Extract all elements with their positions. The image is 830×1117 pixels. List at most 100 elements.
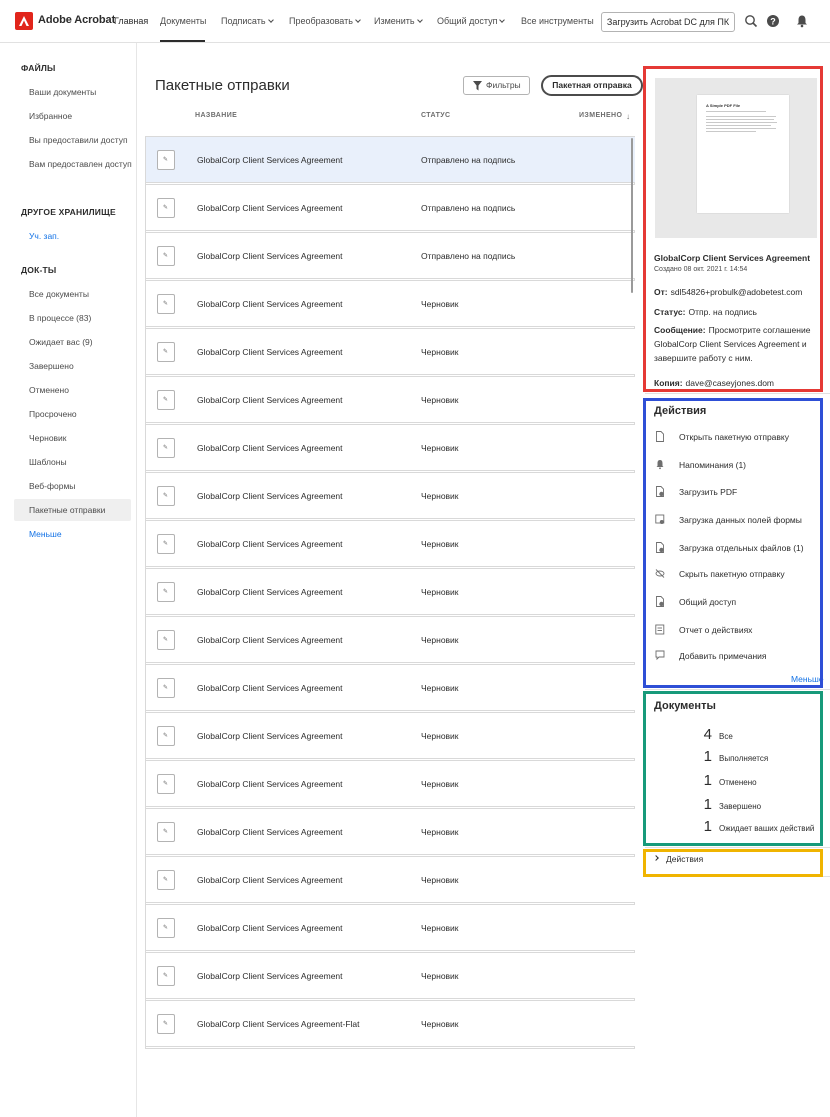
row-name: GlobalCorp Client Services Agreement-Fla… xyxy=(197,1019,360,1029)
table-scrollbar[interactable] xyxy=(631,138,633,293)
nav-edit[interactable]: Изменить xyxy=(374,16,423,26)
signature-mark-icon: ✎ xyxy=(163,877,169,883)
row-name: GlobalCorp Client Services Agreement xyxy=(197,923,343,933)
document-file-icon: ✎ xyxy=(157,534,175,554)
document-file-icon: ✎ xyxy=(157,774,175,794)
signature-mark-icon: ✎ xyxy=(163,1021,169,1027)
row-name: GlobalCorp Client Services Agreement xyxy=(197,443,343,453)
nav-convert[interactable]: Преобразовать xyxy=(289,16,361,26)
nav-all-tools[interactable]: Все инструменты xyxy=(521,16,594,26)
sidebar-item-all-documents[interactable]: Все документы xyxy=(29,287,134,301)
column-header-name[interactable]: НАЗВАНИЕ xyxy=(195,112,237,119)
row-name: GlobalCorp Client Services Agreement xyxy=(197,683,343,693)
bulk-send-table: ✎ GlobalCorp Client Services Agreement Отп… xyxy=(145,136,635,1049)
table-row[interactable]: ✎ GlobalCorp Client Services Agreement Чер… xyxy=(146,280,635,327)
table-row[interactable]: ✎ GlobalCorp Client Services Agreement Чер… xyxy=(146,952,635,999)
sidebar-item-web-forms[interactable]: Веб-формы xyxy=(29,479,134,493)
signature-mark-icon: ✎ xyxy=(163,397,169,403)
row-status: Черновик xyxy=(421,971,459,981)
table-row[interactable]: ✎ GlobalCorp Client Services Agreement Чер… xyxy=(146,856,635,903)
row-name: GlobalCorp Client Services Agreement xyxy=(197,539,343,549)
nav-sign[interactable]: Подписать xyxy=(221,16,274,26)
sidebar-item-waiting-for-you[interactable]: Ожидает вас (9) xyxy=(29,335,134,349)
search-icon[interactable] xyxy=(744,14,758,28)
column-header-status[interactable]: СТАТУС xyxy=(421,112,451,119)
sidebar-heading-documents: ДОК-ТЫ xyxy=(21,265,57,275)
top-navigation: Adobe Acrobat Главная Документы Подписат… xyxy=(0,0,830,43)
table-row[interactable]: ✎ GlobalCorp Client Services Agreement Чер… xyxy=(146,808,635,855)
document-file-icon: ✎ xyxy=(157,822,175,842)
document-file-icon: ✎ xyxy=(157,678,175,698)
sidebar-item-your-documents[interactable]: Ваши документы xyxy=(29,85,134,99)
table-row[interactable]: ✎ GlobalCorp Client Services Agreement Чер… xyxy=(146,664,635,711)
bulk-send-button[interactable]: Пакетная отправка xyxy=(541,75,643,96)
sidebar-heading-files: ФАЙЛЫ xyxy=(21,63,56,73)
table-row[interactable]: ✎ GlobalCorp Client Services Agreement Чер… xyxy=(146,376,635,423)
table-row[interactable]: ✎ GlobalCorp Client Services Agreement Отп… xyxy=(146,184,635,231)
sidebar-item-completed[interactable]: Завершено xyxy=(29,359,134,373)
table-row[interactable]: ✎ GlobalCorp Client Services Agreement Чер… xyxy=(146,616,635,663)
download-acrobat-button[interactable]: Загрузить Acrobat DC для ПК xyxy=(601,12,735,32)
sidebar-item-cancelled[interactable]: Отменено xyxy=(29,383,134,397)
chevron-down-icon xyxy=(416,17,423,23)
adobe-logo-icon[interactable] xyxy=(15,12,33,30)
row-name: GlobalCorp Client Services Agreement xyxy=(197,299,343,309)
row-status: Отправлено на подпись xyxy=(421,251,516,261)
row-name: GlobalCorp Client Services Agreement xyxy=(197,491,343,501)
chevron-down-icon xyxy=(267,17,274,23)
sidebar-item-shared-with-you[interactable]: Вам предоставлен доступ xyxy=(29,157,134,171)
sidebar-item-favorites[interactable]: Избранное xyxy=(29,109,134,123)
document-file-icon: ✎ xyxy=(157,438,175,458)
table-row[interactable]: ✎ GlobalCorp Client Services Agreement Чер… xyxy=(146,328,635,375)
signature-mark-icon: ✎ xyxy=(163,349,169,355)
signature-mark-icon: ✎ xyxy=(163,301,169,307)
signature-mark-icon: ✎ xyxy=(163,445,169,451)
brand-name[interactable]: Adobe Acrobat xyxy=(38,14,115,26)
filters-button[interactable]: Фильтры xyxy=(463,76,530,95)
document-file-icon: ✎ xyxy=(157,198,175,218)
nav-documents[interactable]: Документы xyxy=(160,16,206,26)
table-row[interactable]: ✎ GlobalCorp Client Services Agreement Чер… xyxy=(146,760,635,807)
row-status: Черновик xyxy=(421,923,459,933)
sidebar-item-templates[interactable]: Шаблоны xyxy=(29,455,134,469)
sidebar-item-expired[interactable]: Просрочено xyxy=(29,407,134,421)
row-name: GlobalCorp Client Services Agreement xyxy=(197,875,343,885)
table-row[interactable]: ✎ GlobalCorp Client Services Agreement Чер… xyxy=(146,568,635,615)
panel-divider xyxy=(645,689,830,690)
svg-text:?: ? xyxy=(770,17,776,27)
chevron-down-icon xyxy=(355,17,361,23)
row-status: Черновик xyxy=(421,731,459,741)
bell-icon[interactable] xyxy=(795,14,809,28)
help-icon[interactable]: ? xyxy=(766,14,780,28)
table-row[interactable]: ✎ GlobalCorp Client Services Agreement Чер… xyxy=(146,472,635,519)
highlight-box-documents xyxy=(643,691,823,846)
nav-share[interactable]: Общий доступ xyxy=(437,16,506,26)
table-row[interactable]: ✎ GlobalCorp Client Services Agreement Чер… xyxy=(146,520,635,567)
signature-mark-icon: ✎ xyxy=(163,541,169,547)
document-file-icon: ✎ xyxy=(157,486,175,506)
table-row[interactable]: ✎ GlobalCorp Client Services Agreement-Fl… xyxy=(146,1000,635,1047)
document-file-icon: ✎ xyxy=(157,582,175,602)
sidebar-item-account[interactable]: Уч. зап. xyxy=(29,229,134,243)
signature-mark-icon: ✎ xyxy=(163,685,169,691)
active-nav-underline xyxy=(160,40,205,42)
sidebar-item-draft[interactable]: Черновик xyxy=(29,431,134,445)
sort-down-icon[interactable]: ↓ xyxy=(626,112,630,121)
sidebar-item-shared-by-you[interactable]: Вы предоставили доступ xyxy=(29,133,134,147)
table-row[interactable]: ✎ GlobalCorp Client Services Agreement Чер… xyxy=(146,424,635,471)
row-status: Черновик xyxy=(421,779,459,789)
table-row[interactable]: ✎ GlobalCorp Client Services Agreement Чер… xyxy=(146,712,635,759)
row-name: GlobalCorp Client Services Agreement xyxy=(197,731,343,741)
document-file-icon: ✎ xyxy=(157,870,175,890)
table-row[interactable]: ✎ GlobalCorp Client Services Agreement Чер… xyxy=(146,904,635,951)
filters-button-label: Фильтры xyxy=(486,80,521,90)
row-status: Черновик xyxy=(421,443,459,453)
row-status: Черновик xyxy=(421,539,459,549)
table-row[interactable]: ✎ GlobalCorp Client Services Agreement Отп… xyxy=(146,136,635,183)
sidebar-item-bulk-sends[interactable]: Пакетные отправки xyxy=(29,503,134,517)
sidebar-less-link[interactable]: Меньше xyxy=(29,527,134,541)
table-row[interactable]: ✎ GlobalCorp Client Services Agreement Отп… xyxy=(146,232,635,279)
nav-home[interactable]: Главная xyxy=(114,16,148,26)
column-header-modified[interactable]: ИЗМЕНЕНО xyxy=(579,112,622,119)
sidebar-item-in-progress[interactable]: В процессе (83) xyxy=(29,311,134,325)
